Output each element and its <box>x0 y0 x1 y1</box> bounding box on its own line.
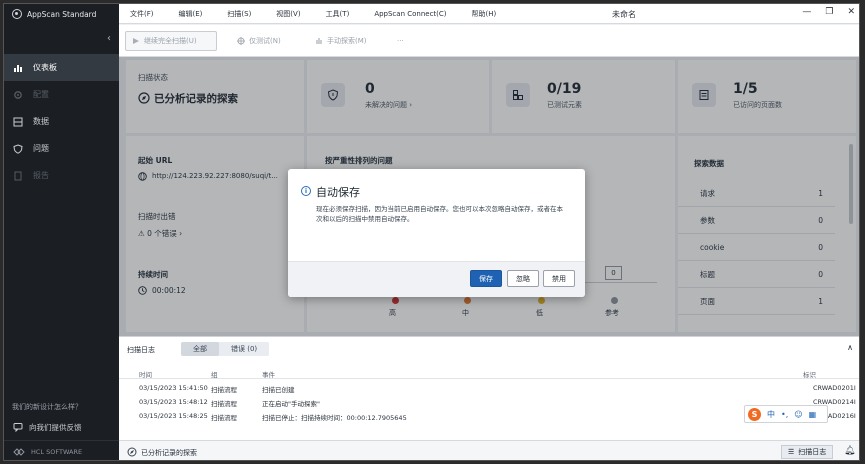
log-header-group: 组 <box>211 371 218 379</box>
log-header-event: 事件 <box>262 371 275 379</box>
dashboard-icon <box>14 64 22 72</box>
scan-log-panel: 扫描日志 全部 错误 (0) ∧ 时间 组 事件 标识 03/15/2023 1… <box>119 336 859 440</box>
log-collapse-button[interactable]: ∧ <box>847 343 853 352</box>
document-title: 未命名 <box>612 10 636 19</box>
menu-appscan-connect[interactable]: AppScan Connect(C) <box>374 10 446 18</box>
dialog-title: 自动保存 <box>316 186 360 199</box>
sidebar-item-label: 配置 <box>33 90 49 99</box>
vendor-name: HCL SOFTWARE <box>31 447 83 456</box>
sidebar-item-config[interactable]: 配置 <box>4 81 119 108</box>
ime-toolbar: S 中 •, ☺ ▦ <box>744 405 828 423</box>
full-scan-label: 继续完全扫描(U) <box>144 37 197 45</box>
sidebar-collapse-button[interactable]: ‹ <box>107 33 111 44</box>
appscan-logo-icon <box>12 9 22 19</box>
log-header-id: 标识 <box>803 371 816 379</box>
survey-text: 我们的新设计怎么样？ <box>12 403 82 411</box>
gear-icon <box>14 90 22 99</box>
brand: AppScan Standard <box>4 4 119 24</box>
menu-view[interactable]: 视图(V) <box>276 9 300 19</box>
manual-explore-label: 手动探索(M) <box>327 37 367 45</box>
tab-all[interactable]: 全部 <box>181 342 219 356</box>
menu-bar: 文件(F) 编辑(E) 扫描(S) 视图(V) 工具(T) AppScan Co… <box>119 4 859 24</box>
crosshair-icon <box>237 37 245 45</box>
ignore-button[interactable]: 忽略 <box>507 270 539 287</box>
sidebar-item-data[interactable]: 数据 <box>4 108 119 135</box>
bell-icon[interactable]: 🔔︎ <box>844 446 855 456</box>
sidebar-nav: 仪表板 配置 数据 问题 报告 <box>4 54 119 189</box>
sidebar-footer: 我们的新设计怎么样？ 向我们提供反馈 HCL SOFTWARE <box>4 402 119 460</box>
sidebar-item-dashboard[interactable]: 仪表板 <box>4 54 119 81</box>
appscan-window: AppScan Standard ‹ 仪表板 配置 数据 问题 报告 我们的新设… <box>3 3 860 461</box>
save-button[interactable]: 保存 <box>470 270 502 287</box>
continue-full-scan-button[interactable]: 继续完全扫描(U) <box>125 31 217 51</box>
menu-help[interactable]: 帮助(H) <box>472 9 497 19</box>
sidebar-item-label: 报告 <box>33 171 49 180</box>
toolbar: 继续完全扫描(U) 仅测试(N) 手动探索(M) ··· <box>119 25 859 57</box>
more-label: ··· <box>397 37 404 45</box>
test-only-button[interactable]: 仅测试(N) <box>231 31 287 51</box>
ime-punct[interactable]: •, <box>781 410 788 419</box>
disable-button[interactable]: 禁用 <box>543 270 575 287</box>
feedback-label: 向我们提供反馈 <box>29 422 82 432</box>
more-button[interactable]: ··· <box>391 31 410 51</box>
log-row: 03/15/2023 15:41:50 扫描流程 扫描已创建 CRWAD0201I <box>139 384 856 394</box>
info-icon: i <box>301 186 311 196</box>
minimize-button[interactable]: — <box>802 7 811 17</box>
hcl-logo-icon <box>13 447 25 456</box>
compass-icon <box>127 447 137 457</box>
sidebar-item-issues[interactable]: 问题 <box>4 135 119 162</box>
sidebar-item-label: 数据 <box>33 117 49 126</box>
vendor-footer: HCL SOFTWARE <box>4 440 119 460</box>
chat-icon <box>13 423 23 432</box>
sidebar-item-label: 仪表板 <box>33 63 57 72</box>
ime-lang[interactable]: 中 <box>767 409 775 420</box>
sidebar-item-label: 问题 <box>33 144 49 153</box>
restore-button[interactable]: ❐ <box>825 7 833 17</box>
scan-log-title: 扫描日志 <box>127 346 155 354</box>
close-button[interactable]: ✕ <box>847 7 855 17</box>
log-header-time: 时间 <box>139 371 152 379</box>
log-tabs: 全部 错误 (0) <box>181 342 270 356</box>
manual-explore-button[interactable]: 手动探索(M) <box>309 31 373 51</box>
sidebar-item-report[interactable]: 报告 <box>4 162 119 189</box>
scan-log-toggle-button[interactable]: ☰ 扫描日志 <box>781 445 834 459</box>
test-only-label: 仅测试(N) <box>249 37 281 45</box>
menu-scan[interactable]: 扫描(S) <box>227 9 251 19</box>
tab-errors[interactable]: 错误 (0) <box>219 342 269 356</box>
feedback-link[interactable]: 向我们提供反馈 <box>4 418 119 436</box>
sidebar: AppScan Standard ‹ 仪表板 配置 数据 问题 报告 我们的新设… <box>4 4 119 460</box>
play-icon <box>133 38 139 44</box>
report-icon <box>14 171 22 180</box>
window-controls: — ❐ ✕ <box>802 7 855 17</box>
scan-log-toggle-label: 扫描日志 <box>798 448 827 456</box>
ime-emoji[interactable]: ☺ <box>794 410 802 419</box>
autosave-dialog: i 自动保存 现在必须保存扫描，因为当前已启用自动保存。您也可以本次忽略自动保存… <box>288 169 585 297</box>
brand-name: AppScan Standard <box>27 9 97 19</box>
dialog-message: 现在必须保存扫描，因为当前已启用自动保存。您也可以本次忽略自动保存，或者在本次和… <box>316 205 563 223</box>
menu-tools[interactable]: 工具(T) <box>326 9 350 19</box>
status-bar: 已分析记录的探索 ☰ 扫描日志 🔔︎ <box>119 440 859 460</box>
sogou-logo-icon[interactable]: S <box>748 407 761 421</box>
log-header: 时间 组 事件 标识 <box>119 367 859 379</box>
ime-grid-icon[interactable]: ▦ <box>809 410 817 419</box>
list-icon: ☰ <box>788 448 795 456</box>
status-text: 已分析记录的探索 <box>141 449 197 457</box>
hand-icon <box>316 38 322 44</box>
menu-edit[interactable]: 编辑(E) <box>179 9 203 19</box>
dialog-footer: 保存 忽略 禁用 <box>288 261 585 297</box>
menu-file[interactable]: 文件(F) <box>130 9 154 19</box>
shield-icon <box>13 143 23 154</box>
data-icon <box>13 117 23 126</box>
